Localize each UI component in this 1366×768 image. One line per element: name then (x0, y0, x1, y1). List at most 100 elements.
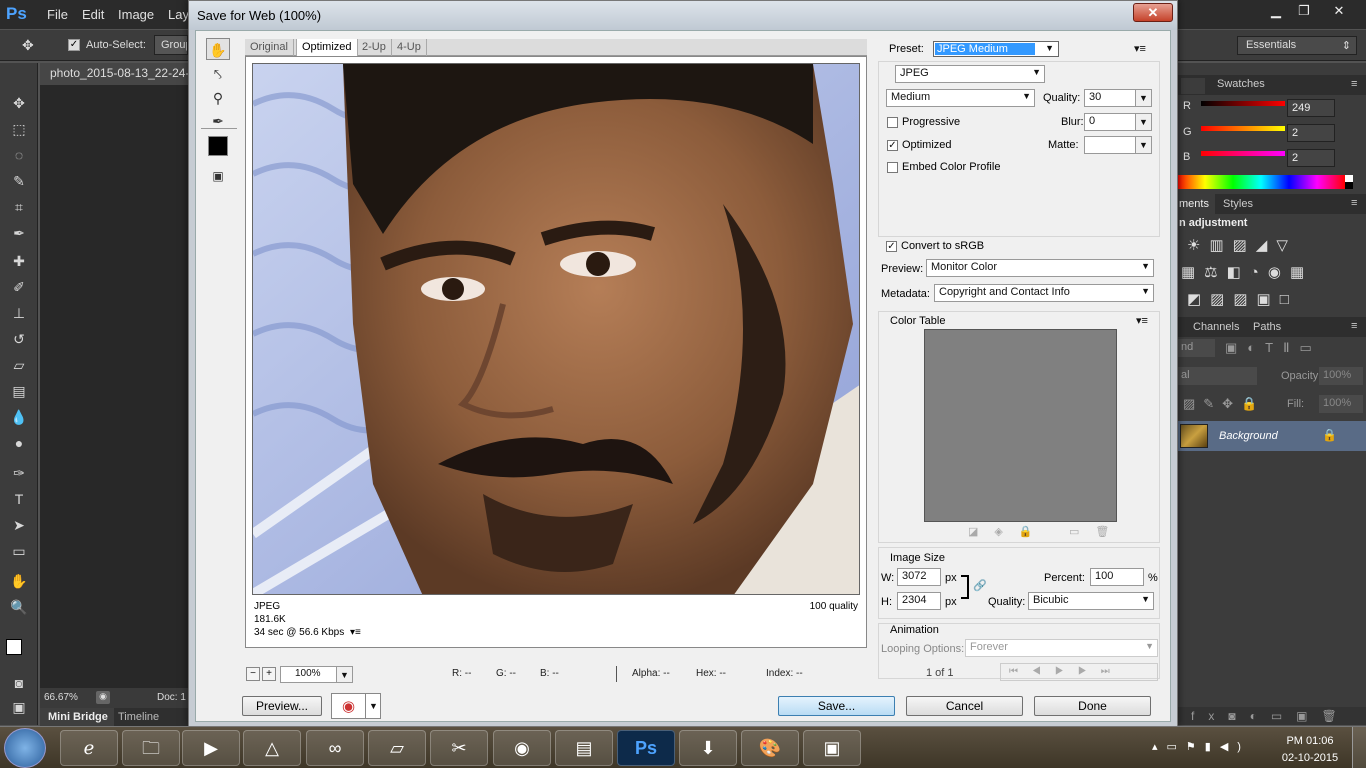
convert-srgb-checkbox[interactable]: ✓ (886, 241, 897, 252)
tab-original[interactable]: Original (245, 39, 294, 56)
optimized-image-preview[interactable] (252, 63, 860, 595)
blur-field[interactable]: 0 (1084, 113, 1136, 131)
close-icon[interactable]: ✕ (1325, 2, 1353, 20)
dodge-icon[interactable]: ● (8, 433, 30, 453)
workspace-select[interactable]: Essentials ⇕ (1237, 36, 1357, 55)
quick-mask-icon[interactable]: ◙ (8, 673, 30, 693)
browser-preview-select[interactable]: ◉ ▼ (331, 693, 381, 719)
snipping-tool-icon[interactable]: ✂ (430, 730, 488, 766)
blend-mode-select[interactable]: al (1177, 367, 1257, 385)
animation-playback-controls[interactable]: ⏮◀▶▶⏭ (1000, 663, 1158, 681)
save-button[interactable]: Save... (778, 696, 895, 716)
tab-paths[interactable]: Paths (1253, 321, 1281, 333)
fill-field[interactable]: 100% (1319, 395, 1363, 413)
color-table-grid[interactable] (924, 329, 1117, 522)
adjustment-icons-row-3[interactable]: ◩▨▨▣□ (1187, 290, 1298, 308)
crop-icon[interactable]: ⌗ (8, 197, 30, 217)
download-speed-menu-icon[interactable]: ▾≡ (350, 627, 361, 638)
doc-zoom-level[interactable]: 66.67% (44, 692, 78, 703)
stamp-icon[interactable]: ⊥ (8, 303, 30, 323)
color-table-menu-icon[interactable]: ▾≡ (1136, 314, 1148, 327)
tab-adjustments[interactable]: ments (1177, 194, 1215, 214)
type-icon[interactable]: T (8, 489, 30, 509)
slice-select-icon[interactable]: ⤣ (206, 62, 230, 84)
quality-field[interactable]: 30 (1084, 89, 1136, 107)
marquee-icon[interactable]: ⬚ (8, 119, 30, 139)
opacity-field[interactable]: 100% (1319, 367, 1363, 385)
quality-dropdown-arrow[interactable]: ▼ (1135, 89, 1152, 107)
spectrum-white-swatch[interactable] (1345, 175, 1353, 182)
media-player-icon[interactable]: ▶ (182, 730, 240, 766)
menu-layer[interactable]: Lay (168, 7, 189, 22)
resample-quality-select[interactable]: Bicubic ▼ (1028, 592, 1154, 610)
metadata-select[interactable]: Copyright and Contact Info ▼ (934, 284, 1154, 302)
show-desktop-button[interactable] (1352, 727, 1366, 768)
eyedropper-icon[interactable]: ✒ (8, 223, 30, 243)
restore-icon[interactable]: ❐ (1290, 2, 1318, 20)
matte-dropdown-arrow[interactable]: ▼ (1135, 136, 1152, 154)
tab-styles[interactable]: Styles (1223, 198, 1253, 210)
arduino-icon[interactable]: ∞ (306, 730, 364, 766)
preview-select[interactable]: Monitor Color ▼ (926, 259, 1154, 277)
history-brush-icon[interactable]: ↺ (8, 329, 30, 349)
zoom-level-field[interactable]: 100% (280, 666, 338, 683)
blue-value-field[interactable]: 2 (1287, 149, 1335, 167)
quick-select-icon[interactable]: ✎ (8, 171, 30, 191)
panel-menu-icon[interactable]: ≡ (1351, 197, 1357, 209)
link-icon[interactable]: 🔗 (973, 579, 987, 592)
document-tab[interactable]: photo_2015-08-13_22-24-1 (40, 63, 190, 85)
green-value-field[interactable]: 2 (1287, 124, 1335, 142)
menu-file[interactable]: File (47, 7, 68, 22)
quality-level-select[interactable]: Medium ▼ (886, 89, 1035, 107)
file-explorer-icon[interactable]: 🗀 (122, 730, 180, 766)
tab-timeline[interactable]: Timeline (118, 711, 159, 723)
blur-icon[interactable]: 💧 (8, 407, 30, 427)
zoom-in-button[interactable]: + (262, 667, 276, 681)
hand-tool-icon[interactable]: ✋ (206, 38, 230, 60)
move-tool-icon[interactable]: ✥ (22, 37, 34, 54)
minimize-icon[interactable]: ▁ (1262, 2, 1290, 20)
cancel-button[interactable]: Cancel (906, 696, 1023, 716)
lasso-icon[interactable]: ◌ (8, 145, 30, 165)
layer-row-background[interactable]: Background 🔒 (1177, 421, 1366, 451)
photo-viewer-icon[interactable]: ▣ (803, 730, 861, 766)
tab-channels[interactable]: Channels (1193, 321, 1239, 333)
download-manager-icon[interactable]: ⬇ (679, 730, 737, 766)
spectrum-black-swatch[interactable] (1345, 182, 1353, 189)
notepad-icon[interactable]: ▱ (368, 730, 426, 766)
layer-filter-icons[interactable]: ▣◐TⅡ▭ (1225, 340, 1322, 356)
system-tray-icons[interactable]: ▴▭⚑▮◀) (1152, 740, 1250, 753)
menu-image[interactable]: Image (118, 7, 154, 22)
move-icon[interactable]: ✥ (8, 93, 30, 113)
paint-icon[interactable]: 🎨 (741, 730, 799, 766)
chrome-icon[interactable]: ◉ (493, 730, 551, 766)
tab-swatches[interactable]: Swatches (1217, 78, 1265, 90)
red-value-field[interactable]: 249 (1287, 99, 1335, 117)
dialog-close-button[interactable]: ✕ (1133, 3, 1173, 22)
green-slider[interactable] (1201, 126, 1285, 131)
adjustment-icons-row-2[interactable]: ▦⚖◧◔◉▦ (1181, 263, 1313, 281)
pen-icon[interactable]: ✑ (8, 463, 30, 483)
tab-optimized[interactable]: Optimized (296, 39, 358, 56)
percent-field[interactable]: 100 (1090, 568, 1144, 586)
foreground-color-swatch[interactable] (6, 639, 22, 655)
optimized-checkbox[interactable]: ✓ (887, 140, 898, 151)
zoom-out-button[interactable]: − (246, 667, 260, 681)
progressive-checkbox[interactable] (887, 117, 898, 128)
embed-profile-checkbox[interactable] (887, 162, 898, 173)
blue-slider[interactable] (1201, 151, 1285, 156)
lock-icons[interactable]: ▨✎✥🔒 (1183, 396, 1265, 412)
internet-explorer-icon[interactable]: ℯ (60, 730, 118, 766)
vlc-icon[interactable]: △ (243, 730, 301, 766)
format-select[interactable]: JPEG ▼ (895, 65, 1045, 83)
group-select[interactable]: Group (154, 35, 188, 55)
eyedropper-color-swatch[interactable] (208, 136, 228, 156)
height-field[interactable]: 2304 (897, 592, 941, 610)
toggle-slices-icon[interactable]: ▣ (206, 164, 230, 186)
status-menu-icon[interactable]: ◉ (96, 691, 110, 704)
zoom-dropdown-arrow[interactable]: ▼ (336, 666, 353, 683)
menu-edit[interactable]: Edit (82, 7, 104, 22)
eraser-icon[interactable]: ▱ (8, 355, 30, 375)
blur-dropdown-arrow[interactable]: ▼ (1135, 113, 1152, 131)
color-tab[interactable] (1181, 78, 1205, 94)
